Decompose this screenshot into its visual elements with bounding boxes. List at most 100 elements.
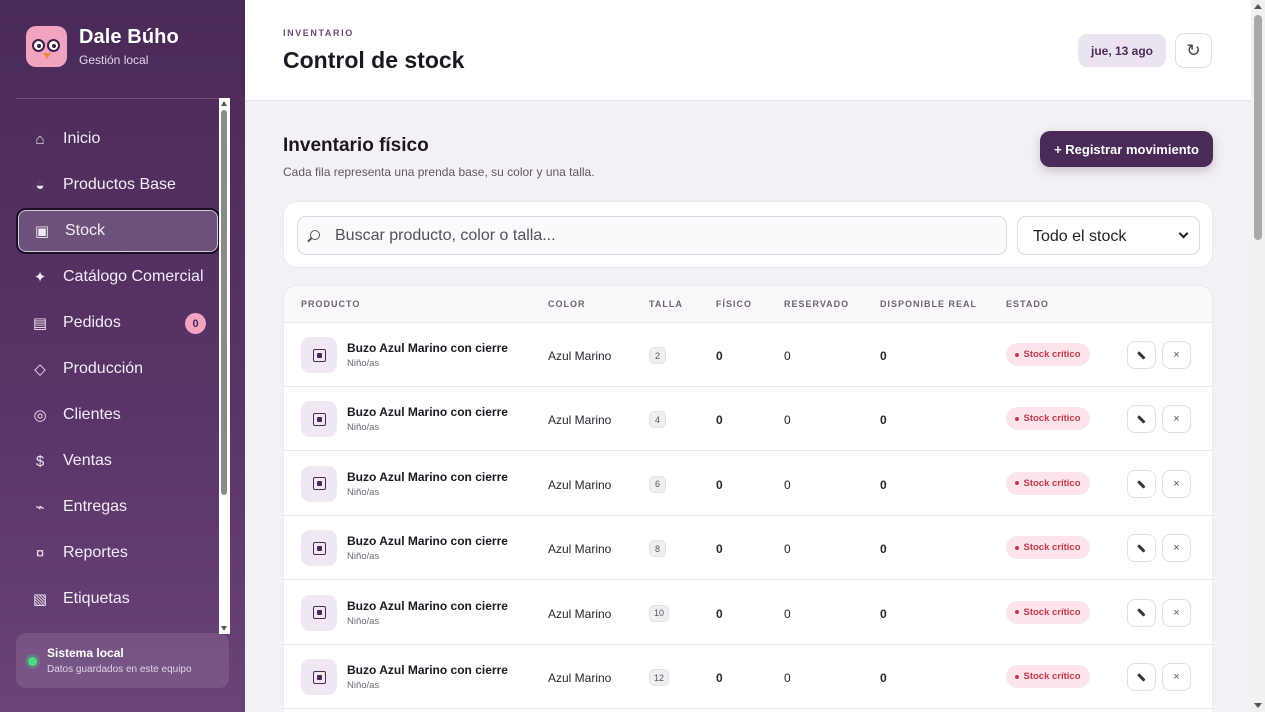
table-row: Buzo Azul Marino con cierre Niño/as Azul M… — [284, 323, 1212, 387]
table-row: Buzo Azul Marino con cierre Niño/as Azul M… — [284, 645, 1212, 709]
chevron-down-icon — [1178, 228, 1189, 239]
status-badge: Stock crítico — [1006, 343, 1090, 366]
sidebar-item-ventas[interactable]: $ Ventas — [16, 438, 220, 484]
scroll-down-icon[interactable] — [221, 626, 227, 631]
delete-button[interactable]: × — [1162, 534, 1191, 563]
edit-button[interactable] — [1127, 469, 1156, 498]
sidebar-item-entregas[interactable]: ⌁ Entregas — [16, 484, 220, 530]
delete-button[interactable]: × — [1162, 598, 1191, 627]
product-category: Niño/as — [347, 615, 380, 627]
sidebar-item-produccion[interactable]: ◇ Producción — [16, 346, 220, 392]
color-cell: Azul Marino — [548, 542, 612, 557]
physical-cell: 0 — [716, 477, 723, 492]
refresh-button[interactable]: ↻ — [1175, 33, 1212, 68]
scroll-up-icon[interactable] — [221, 101, 227, 106]
pencil-icon — [1137, 544, 1146, 553]
available-cell: 0 — [880, 413, 887, 428]
section-title: Inventario físico — [283, 135, 429, 156]
reserved-cell: 0 — [784, 542, 791, 557]
delete-button[interactable]: × — [1162, 341, 1191, 369]
product-name: Buzo Azul Marino con cierre — [347, 341, 508, 355]
date-badge: jue, 13 ago — [1078, 34, 1166, 67]
status-title: Sistema local — [47, 646, 124, 660]
size-chip: 6 — [649, 475, 666, 493]
sidebar-scrollbar[interactable] — [219, 98, 230, 634]
scroll-up-icon[interactable] — [1254, 4, 1262, 9]
reserved-cell: 0 — [784, 671, 791, 685]
owl-logo-icon — [26, 26, 67, 67]
pencil-icon — [1137, 672, 1146, 682]
pencil-icon — [1137, 608, 1146, 617]
sidebar-item-etiquetas[interactable]: ▧ Etiquetas — [16, 576, 220, 622]
product-category: Niño/as — [347, 486, 380, 498]
delete-button[interactable]: × — [1162, 663, 1191, 691]
search-input[interactable] — [335, 217, 995, 254]
table-row: Buzo Azul Marino con cierre Niño/as Azul M… — [284, 452, 1212, 516]
reserved-cell: 0 — [784, 413, 791, 428]
column-header: FÍSICO — [716, 299, 753, 309]
box-icon: ▣ — [34, 223, 50, 240]
status-badge: Stock crítico — [1006, 600, 1090, 624]
status-badge: Stock crítico — [1006, 536, 1090, 560]
product-category: Niño/as — [347, 358, 380, 369]
physical-cell: 0 — [716, 413, 723, 428]
edit-button[interactable] — [1127, 341, 1156, 369]
scroll-thumb[interactable] — [221, 110, 227, 495]
sidebar-item-stock[interactable]: ▣ Stock — [16, 208, 220, 254]
register-movement-button[interactable]: + Registrar movimiento — [1040, 131, 1213, 167]
sidebar-item-label: Ventas — [63, 452, 112, 469]
edit-button[interactable] — [1127, 534, 1156, 563]
sidebar-item-catalogo-comercial[interactable]: ✦ Catálogo Comercial — [16, 254, 220, 300]
column-header: RESERVADO — [784, 299, 850, 309]
product-name: Buzo Azul Marino con cierre — [347, 598, 508, 613]
sparkle-icon: ✦ — [33, 269, 47, 286]
route-icon: ⌁ — [35, 499, 45, 516]
status-badge: Stock crítico — [1006, 407, 1090, 431]
sidebar-item-productos-base[interactable]: ◒ Productos Base — [16, 162, 220, 208]
scroll-thumb[interactable] — [1254, 15, 1262, 240]
available-cell: 0 — [880, 349, 887, 363]
page-scrollbar[interactable] — [1251, 0, 1265, 712]
stock-filter-value: Todo el stock — [1033, 228, 1127, 245]
brand[interactable]: Dale Búho Gestión local — [26, 26, 179, 67]
inventory-table: PRODUCTO COLOR TALLA FÍSICO RESERVADO DISPONI… — [283, 285, 1213, 712]
search-box[interactable] — [297, 216, 1007, 255]
close-icon: × — [1173, 477, 1180, 490]
physical-cell: 0 — [716, 349, 723, 363]
color-cell: Azul Marino — [548, 671, 612, 685]
product-category: Niño/as — [347, 422, 380, 434]
diamond-icon: ◇ — [34, 361, 46, 378]
color-cell: Azul Marino — [548, 606, 612, 621]
pencil-icon — [1137, 350, 1146, 360]
color-cell: Azul Marino — [548, 477, 612, 492]
sidebar-item-label: Catálogo Comercial — [63, 268, 204, 285]
close-icon: × — [1173, 542, 1180, 555]
stock-filter-select[interactable]: Todo el stock — [1017, 216, 1200, 255]
scroll-down-icon[interactable] — [1254, 703, 1262, 708]
product-name: Buzo Azul Marino con cierre — [347, 405, 508, 420]
product-name: Buzo Azul Marino con cierre — [347, 663, 508, 677]
sidebar-item-label: Inicio — [63, 130, 101, 147]
reserved-cell: 0 — [784, 606, 791, 621]
pencil-icon — [1137, 415, 1146, 424]
sidebar-item-inicio[interactable]: ⌂ Inicio — [16, 116, 220, 162]
edit-button[interactable] — [1127, 405, 1156, 434]
tag-icon: ▧ — [32, 591, 48, 608]
delete-button[interactable]: × — [1162, 469, 1191, 498]
online-dot-icon — [28, 657, 37, 666]
edit-button[interactable] — [1127, 598, 1156, 627]
brand-subtitle: Gestión local — [79, 53, 149, 67]
dollar-icon: $ — [35, 452, 45, 470]
column-header: TALLA — [649, 299, 683, 309]
delete-button[interactable]: × — [1162, 405, 1191, 434]
sidebar-item-pedidos[interactable]: ▤ Pedidos 0 — [16, 300, 220, 346]
table-row: Buzo Azul Marino con cierre Niño/as Azul M… — [284, 516, 1212, 581]
edit-button[interactable] — [1127, 663, 1156, 691]
sidebar-item-clientes[interactable]: ◎ Clientes — [16, 392, 220, 438]
product-box-icon — [301, 337, 337, 373]
sidebar-item-reportes[interactable]: ¤ Reportes — [16, 530, 220, 576]
product-box-icon — [301, 465, 337, 502]
sidebar-item-label: Productos Base — [63, 176, 176, 193]
sidebar-item-label: Producción — [63, 360, 144, 377]
column-header: PRODUCTO — [301, 299, 361, 309]
